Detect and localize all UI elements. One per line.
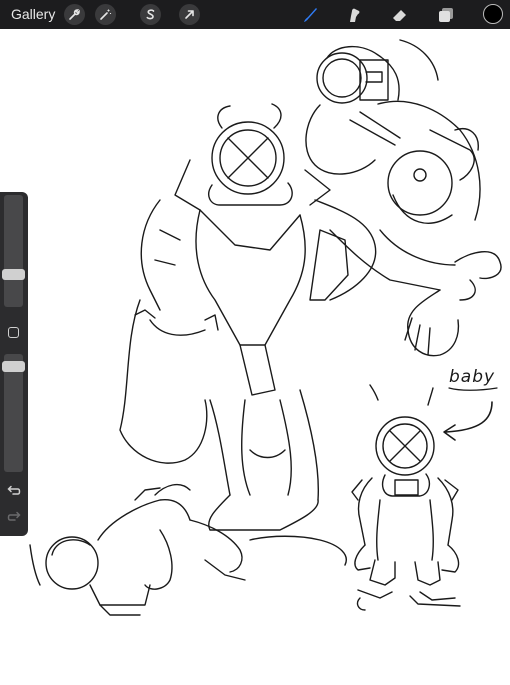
opacity-thumb[interactable] [2, 361, 25, 372]
drawing-canvas[interactable]: baby [0, 29, 510, 680]
main-diver-figure [119, 103, 377, 531]
sketch-artwork [29, 39, 502, 616]
selection-s-icon[interactable] [140, 4, 161, 25]
brush-size-slider[interactable] [2, 195, 25, 307]
modify-square-icon[interactable] [8, 327, 19, 338]
redo-icon[interactable] [5, 509, 23, 527]
left-sidebar [0, 192, 28, 536]
annotation-label: baby [449, 367, 496, 387]
lying-figure [29, 483, 347, 616]
background-diver-figure [305, 39, 502, 357]
baby-diver-figure [351, 384, 461, 611]
eraser-icon[interactable] [388, 3, 412, 27]
gallery-button[interactable]: Gallery [11, 6, 55, 22]
brush-size-thumb[interactable] [2, 269, 25, 280]
undo-icon[interactable] [5, 483, 23, 501]
transform-arrow-icon[interactable] [179, 4, 200, 25]
color-swatch-button[interactable] [483, 4, 503, 24]
opacity-slider[interactable] [2, 354, 25, 472]
wrench-icon[interactable] [64, 4, 85, 25]
top-toolbar: Gallery [0, 0, 510, 29]
smudge-icon[interactable] [342, 3, 366, 27]
magic-wand-icon[interactable] [95, 4, 116, 25]
annotation-underline [448, 387, 498, 391]
layers-icon[interactable] [434, 3, 458, 27]
annotation-arrow [443, 401, 493, 441]
brush-icon[interactable] [298, 3, 322, 27]
